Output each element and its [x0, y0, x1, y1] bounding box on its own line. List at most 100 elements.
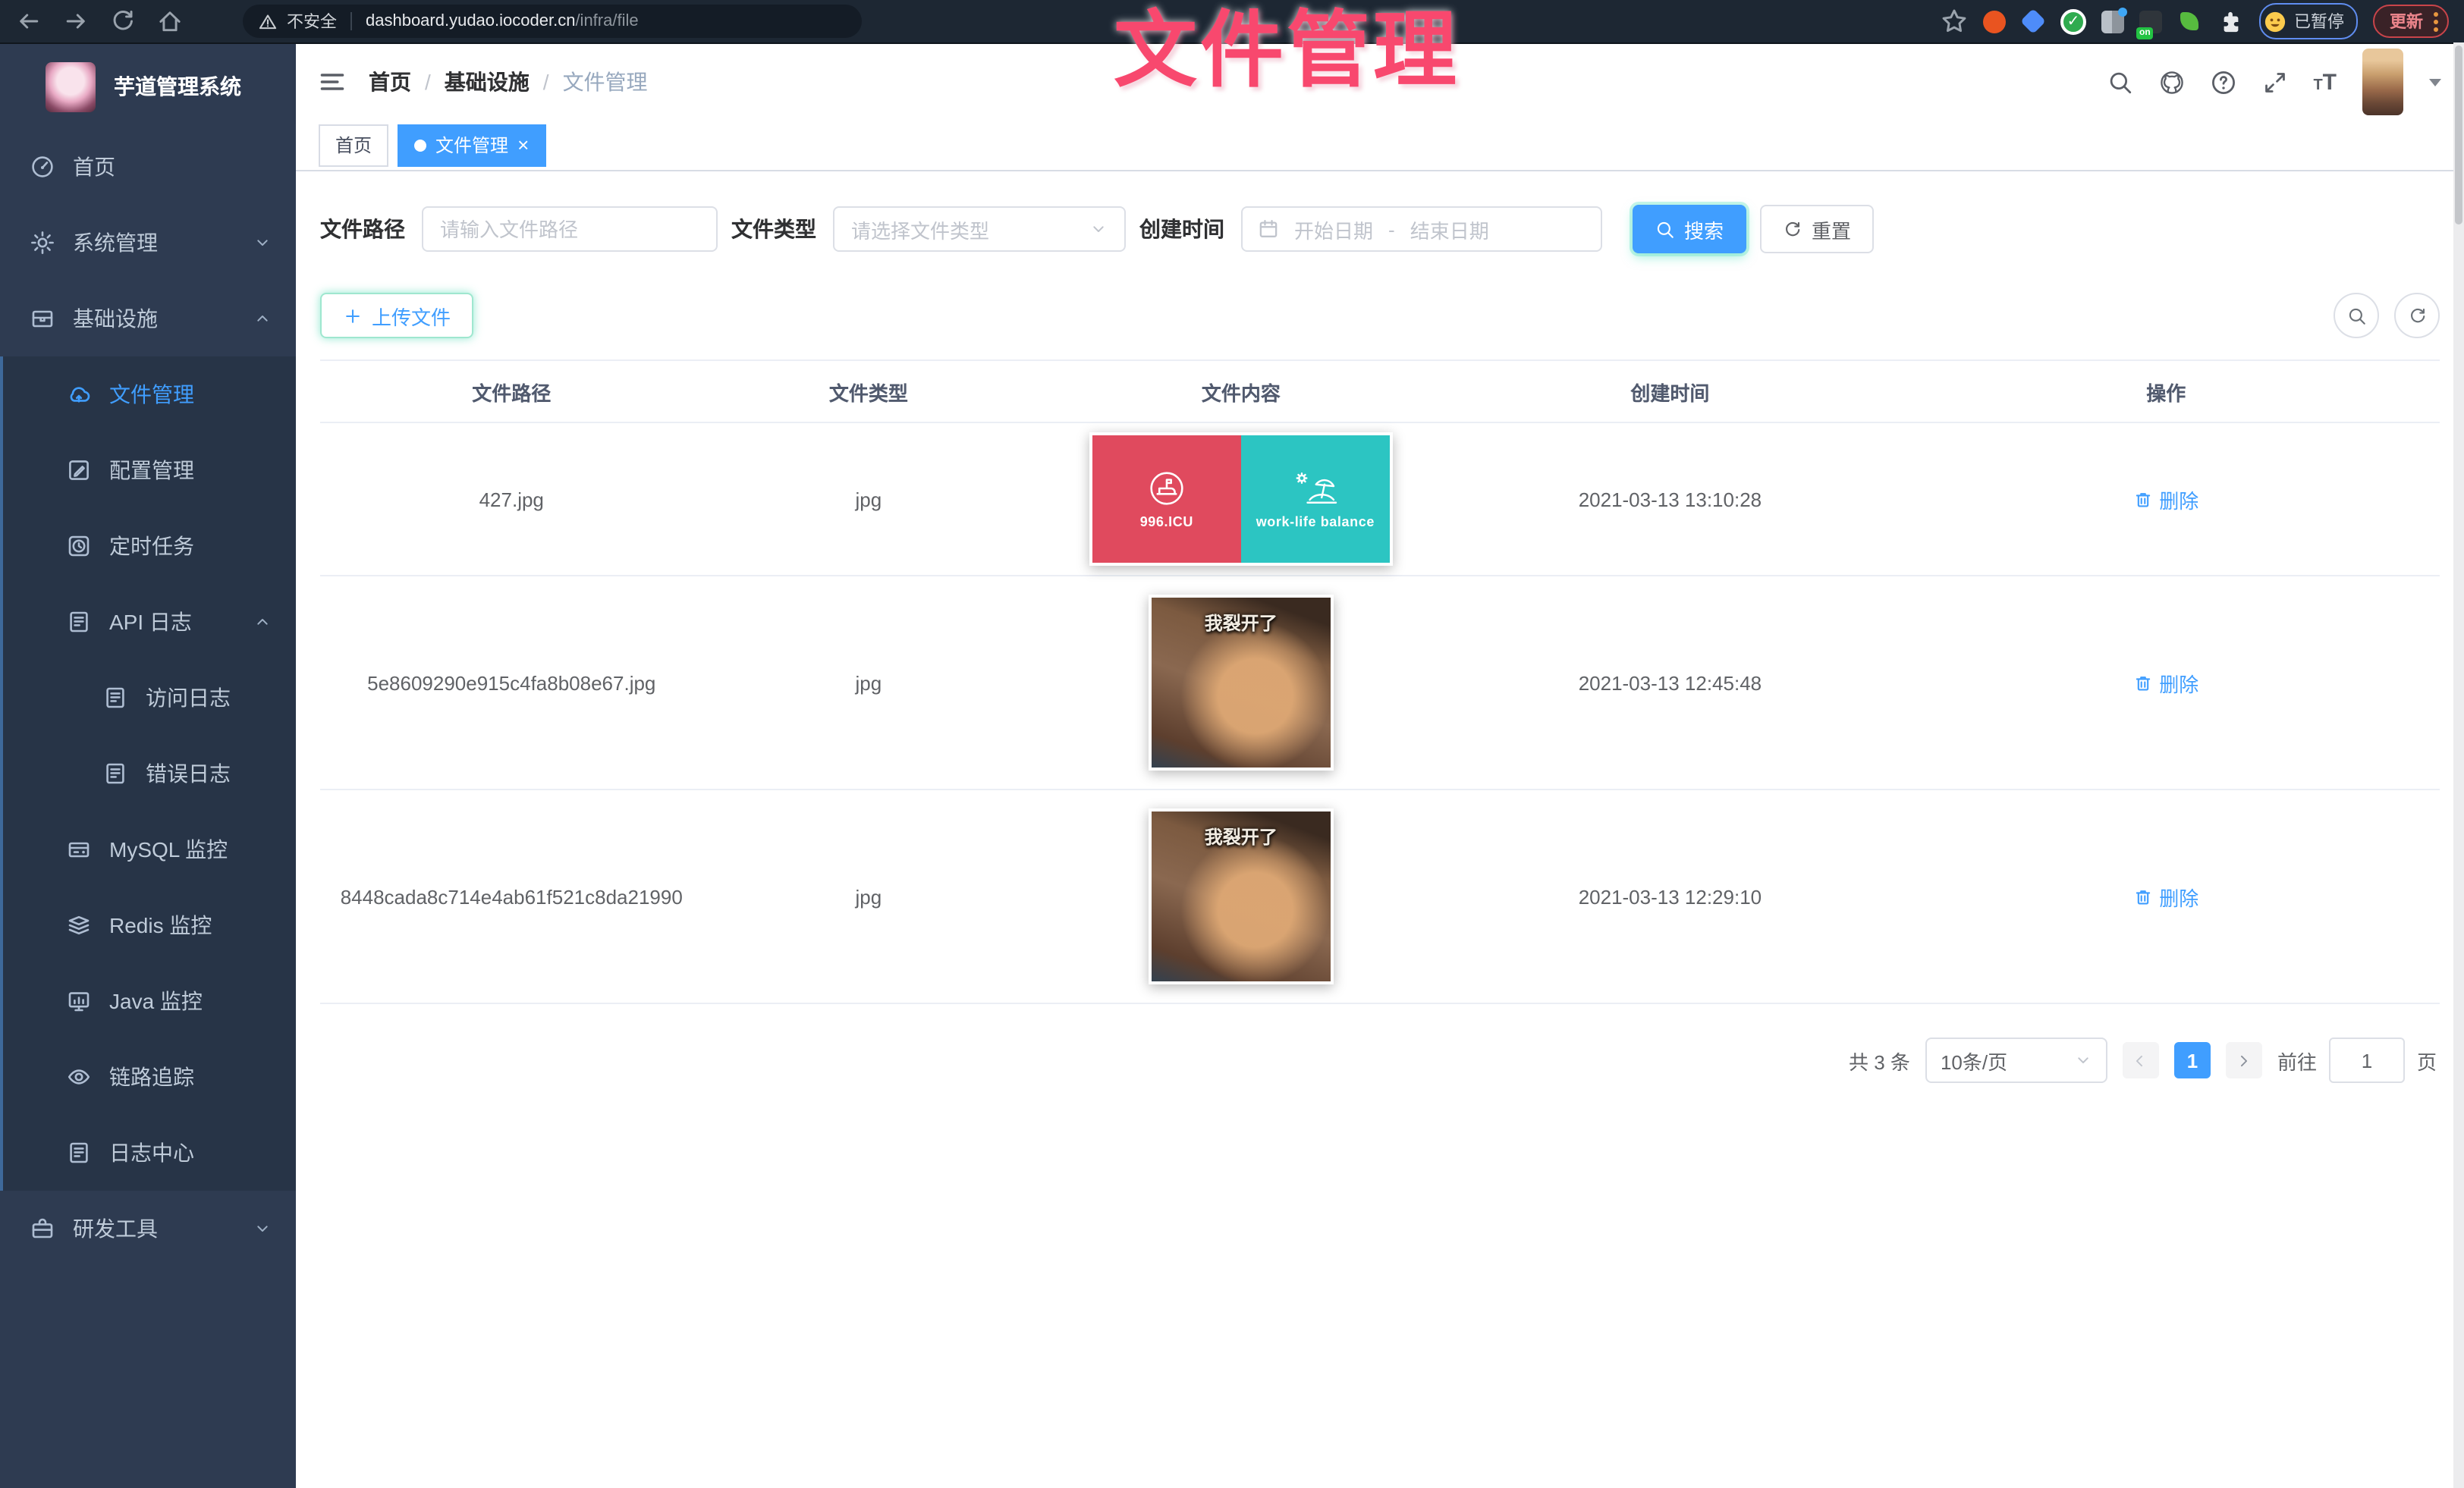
extension-leaf-icon[interactable] — [2180, 12, 2198, 30]
cell-file-content: 我裂开了 — [1034, 585, 1447, 780]
address-bar[interactable]: 不安全 dashboard.yudao.iocoder.cn/infra/fil… — [243, 5, 862, 38]
goto-page-input[interactable] — [2329, 1038, 2405, 1083]
sidebar-item-file-manage[interactable]: 文件管理 — [0, 356, 296, 432]
font-size-icon[interactable]: TT — [2313, 69, 2337, 95]
forward-icon[interactable] — [62, 8, 90, 35]
home-icon[interactable] — [156, 8, 184, 35]
security-label: 不安全 — [287, 9, 337, 33]
file-preview-image[interactable]: 我裂开了 — [1149, 595, 1334, 771]
table-row: 427.jpg jpg 996.ICU work-life balan — [320, 423, 2440, 576]
sidebar-logo[interactable]: 芋道管理系统 — [0, 44, 296, 129]
sidebar-item-mysql-monitor[interactable]: MySQL 监控 — [0, 811, 296, 887]
reset-button[interactable]: 重置 — [1760, 205, 1874, 253]
date-range-picker[interactable]: 开始日期 - 结束日期 — [1241, 206, 1602, 252]
scrollbar-thumb[interactable] — [2455, 46, 2462, 224]
sidebar-item-redis-monitor[interactable]: Redis 监控 — [0, 887, 296, 963]
dashboard-icon — [30, 155, 55, 179]
hamburger-icon[interactable] — [319, 68, 346, 96]
refresh-table-button[interactable] — [2394, 293, 2440, 338]
trash-icon — [2133, 489, 2153, 509]
sidebar-item-access-logs[interactable]: 访问日志 — [0, 660, 296, 736]
search-button[interactable]: 搜索 — [1633, 205, 1746, 253]
github-icon[interactable] — [2158, 69, 2184, 95]
sidebar-item-api-logs[interactable]: API 日志 — [0, 584, 296, 660]
eye-icon — [67, 1065, 91, 1089]
delete-button[interactable]: 删除 — [2133, 485, 2198, 513]
cell-file-path: 427.jpg — [320, 479, 703, 520]
header-file-type: 文件类型 — [703, 368, 1035, 415]
chevron-down-icon — [253, 1220, 272, 1238]
log-doc-icon — [67, 610, 91, 634]
gear-icon — [30, 231, 55, 255]
breadcrumb-separator: / — [425, 70, 431, 94]
file-path-input[interactable] — [422, 206, 718, 252]
log-doc-icon — [103, 761, 127, 786]
search-icon[interactable] — [2107, 69, 2132, 95]
trash-icon — [2133, 887, 2153, 906]
logo-image — [46, 61, 96, 111]
show-search-button[interactable] — [2334, 293, 2379, 338]
calendar-icon — [1258, 218, 1279, 240]
sidebar-item-tracing[interactable]: 链路追踪 — [0, 1039, 296, 1115]
cell-file-content: 我裂开了 — [1034, 799, 1447, 994]
layers-icon — [67, 913, 91, 937]
sidebar-item-infra[interactable]: 基础设施 — [0, 281, 296, 356]
browser-menu-icon[interactable] — [2434, 11, 2438, 31]
breadcrumb-home[interactable]: 首页 — [369, 67, 411, 97]
log-doc-icon — [67, 1141, 91, 1165]
monitor-chart-icon — [67, 989, 91, 1013]
filter-create-time: 创建时间 开始日期 - 结束日期 — [1139, 206, 1602, 252]
next-page-button[interactable] — [2226, 1042, 2262, 1078]
upload-file-button[interactable]: 上传文件 — [320, 293, 473, 338]
sidebar-item-config-manage[interactable]: 配置管理 — [0, 432, 296, 508]
sidebar-item-error-logs[interactable]: 错误日志 — [0, 736, 296, 811]
close-tab-icon[interactable]: × — [517, 135, 529, 155]
extension-kite-icon[interactable] — [2020, 8, 2046, 34]
sidebar-item-home[interactable]: 首页 — [0, 129, 296, 205]
table-tools — [2334, 293, 2440, 338]
back-icon[interactable] — [15, 8, 42, 35]
help-icon[interactable] — [2210, 69, 2236, 95]
extensions-puzzle-icon[interactable] — [2217, 8, 2244, 35]
sidebar-item-system[interactable]: 系统管理 — [0, 205, 296, 281]
sidebar-item-dev-tools[interactable]: 研发工具 — [0, 1191, 296, 1267]
header-actions: 操作 — [1892, 368, 2440, 415]
file-preview-image[interactable]: 我裂开了 — [1149, 808, 1334, 984]
extension-switch-icon[interactable]: on — [2139, 10, 2162, 33]
current-page[interactable]: 1 — [2174, 1042, 2211, 1078]
file-preview-image[interactable]: 996.ICU work-life balance — [1089, 432, 1393, 566]
url: dashboard.yudao.iocoder.cn/infra/file — [366, 12, 639, 30]
fullscreen-icon[interactable] — [2261, 69, 2287, 95]
browser-update-button[interactable]: 更新 — [2373, 5, 2449, 38]
extension-ubuntu-icon[interactable] — [1983, 10, 2006, 33]
table-header-row: 文件路径 文件类型 文件内容 创建时间 操作 — [320, 361, 2440, 423]
reload-icon[interactable] — [109, 8, 137, 35]
toolbox-icon — [30, 1216, 55, 1241]
prev-page-button[interactable] — [2123, 1042, 2159, 1078]
scrollbar[interactable] — [2453, 42, 2464, 1488]
user-avatar[interactable] — [2362, 49, 2403, 115]
file-type-select[interactable]: 请选择文件类型 — [833, 206, 1126, 252]
sidebar-item-log-center[interactable]: 日志中心 — [0, 1115, 296, 1191]
sidebar-item-scheduled-jobs[interactable]: 定时任务 — [0, 508, 296, 584]
page-size-select[interactable]: 10条/页 — [1925, 1038, 2107, 1083]
delete-button[interactable]: 删除 — [2133, 668, 2198, 697]
extension-grid-icon[interactable] — [2101, 10, 2124, 33]
filter-file-path: 文件路径 — [320, 206, 718, 252]
app-title: 芋道管理系统 — [114, 71, 241, 102]
tab-file-manage[interactable]: 文件管理 × — [398, 124, 545, 166]
delete-button[interactable]: 删除 — [2133, 882, 2198, 911]
page-unit-label: 页 — [2417, 1046, 2437, 1075]
sidebar-item-java-monitor[interactable]: Java 监控 — [0, 963, 296, 1039]
extension-check-icon[interactable]: ✓ — [2060, 8, 2086, 34]
chevron-down-icon — [2074, 1051, 2092, 1069]
profile-paused-badge[interactable]: 已暂停 — [2259, 3, 2358, 39]
breadcrumb-section[interactable]: 基础设施 — [445, 67, 530, 97]
file-type-placeholder: 请选择文件类型 — [851, 215, 989, 243]
tab-home[interactable]: 首页 — [319, 124, 388, 166]
avatar-caret-icon[interactable] — [2429, 78, 2441, 86]
infra-icon — [30, 306, 55, 331]
bookmark-star-icon[interactable] — [1941, 8, 1968, 35]
chevron-down-icon — [253, 234, 272, 252]
date-separator: - — [1388, 218, 1395, 240]
